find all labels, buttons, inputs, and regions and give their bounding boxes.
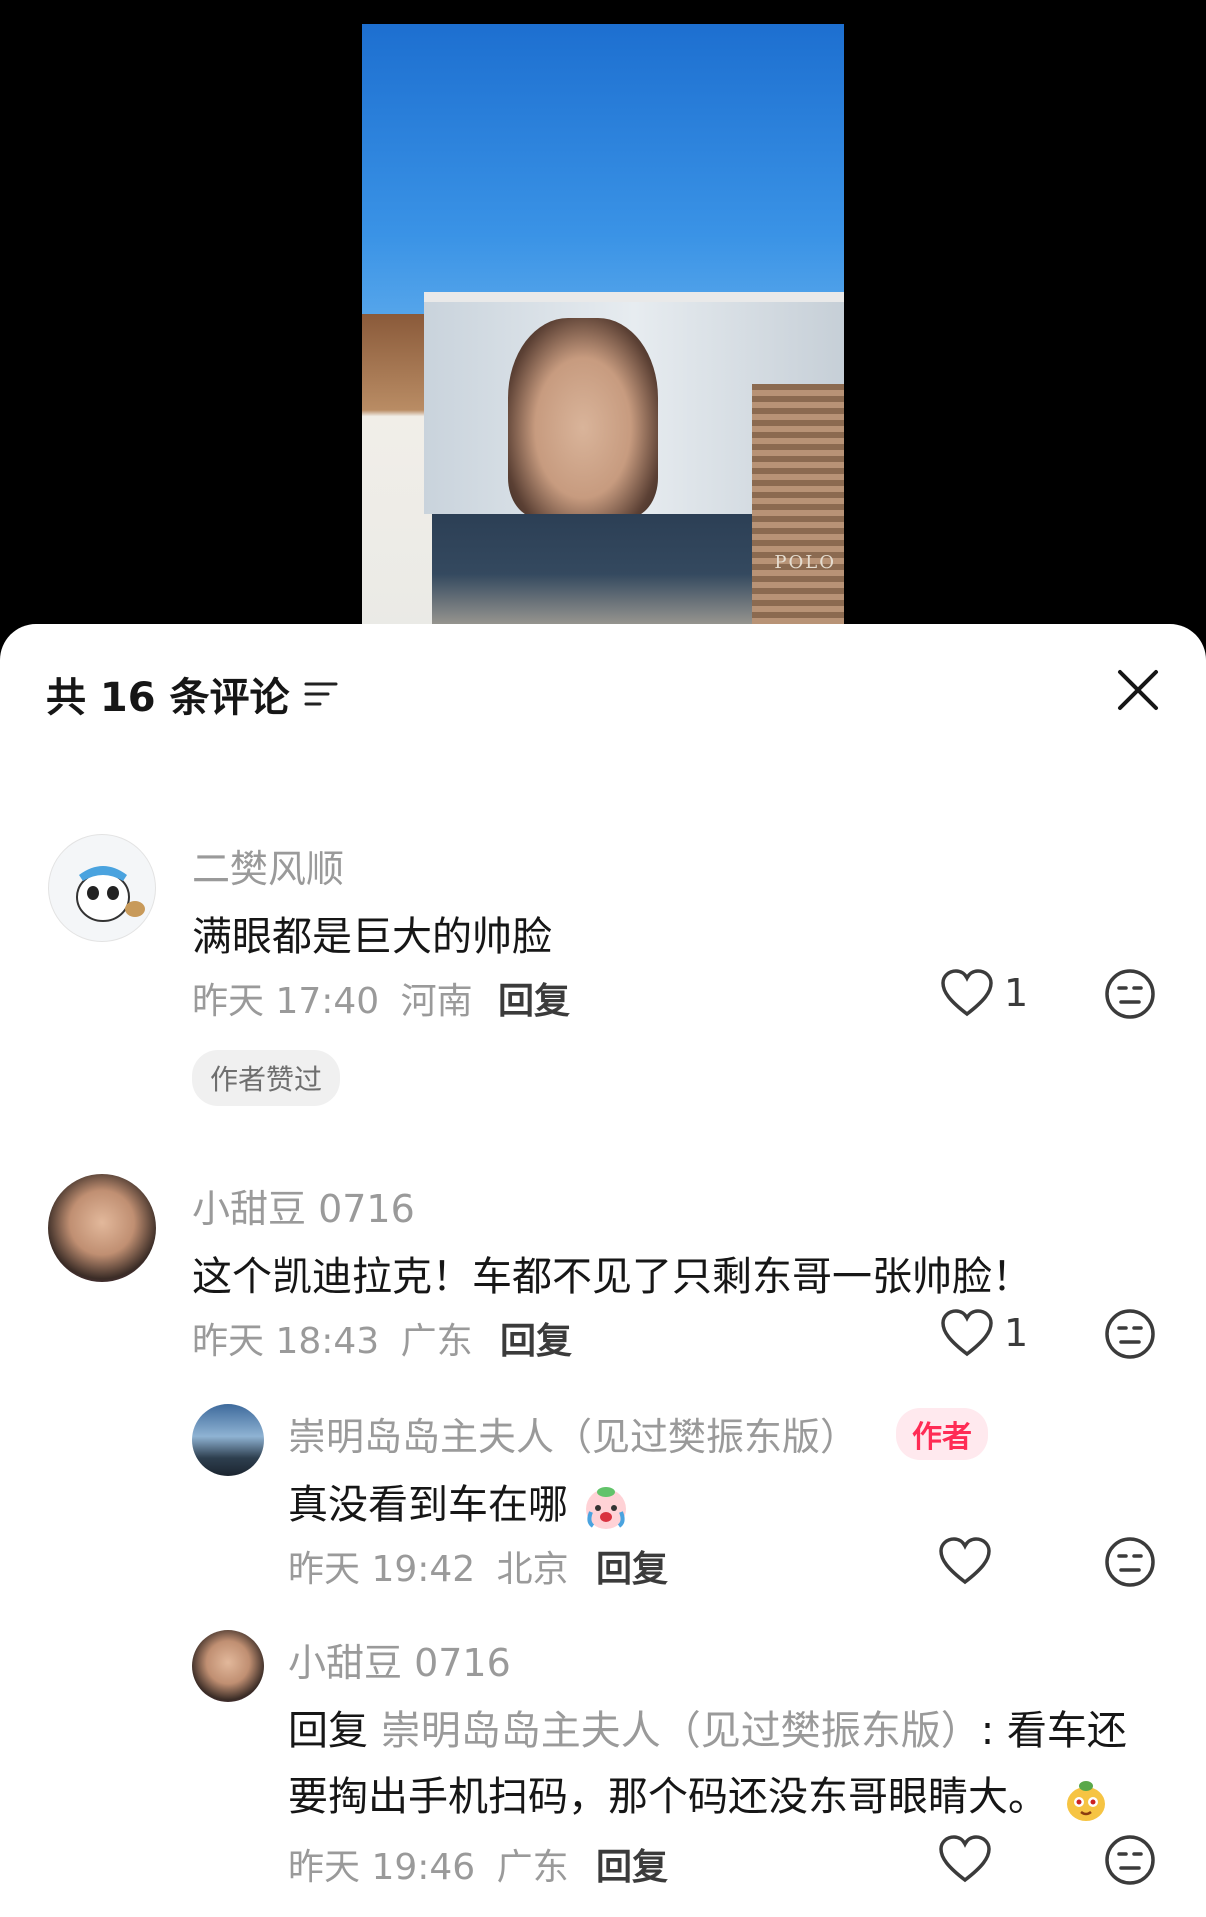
building-right (752, 384, 844, 628)
comment-text: 这个凯迪拉克！车都不见了只剩东哥一张帅脸！ (192, 1254, 1032, 1300)
comment-sheet: 共 16 条评论 二樊风顺 满眼都是巨大的帅脸 昨天 17:40 河南 回复 1… (0, 624, 1206, 1917)
reply-button[interactable]: 回复 (596, 1540, 668, 1592)
building-left (362, 314, 432, 628)
reply-button[interactable]: 回复 (596, 1838, 668, 1890)
comment-text: 满眼都是巨大的帅脸 (192, 914, 552, 960)
reply-prefix: 回复 (288, 1708, 368, 1754)
reply-button[interactable]: 回复 (500, 1312, 572, 1364)
comment-username[interactable]: 二樊风顺 (192, 838, 344, 893)
author-liked-badge: 作者赞过 (192, 1050, 341, 1106)
reply-time: 昨天 19:42 (288, 1549, 476, 1590)
panda-avatar-icon (76, 866, 145, 922)
fruit-face-emoji-icon (1066, 1781, 1105, 1821)
reply-text-line-1: 回复 崇明岛岛主夫人（见过樊振东版）: 看车还 (288, 1698, 1127, 1756)
heart-icon (939, 1835, 991, 1883)
avatar[interactable] (48, 1174, 156, 1282)
like-button[interactable] (938, 1536, 992, 1586)
heart-icon (941, 969, 993, 1017)
reply-text: 真没看到车在哪 (288, 1472, 631, 1532)
heart-icon (941, 1309, 993, 1357)
reply-text-body: 真没看到车在哪 (288, 1482, 568, 1528)
reply-button[interactable]: 回复 (498, 972, 570, 1024)
comment-header: 共 16 条评论 (46, 664, 338, 724)
reply-text-part: 要掏出手机扫码，那个码还没东哥眼睛大。 (288, 1774, 1048, 1820)
like-count: 1 (1004, 971, 1029, 1015)
like-button[interactable]: 1 (940, 1308, 1028, 1358)
reply-meta: 昨天 19:42 北京 (288, 1540, 569, 1592)
comment-count-title: 共 16 条评论 (46, 675, 290, 721)
like-button[interactable] (938, 1834, 992, 1884)
dislike-icon[interactable] (1104, 1834, 1156, 1886)
reply-time: 昨天 19:46 (288, 1847, 476, 1888)
reply-text-line-2: 要掏出手机扫码，那个码还没东哥眼睛大。 (288, 1764, 1111, 1824)
sort-filter-icon[interactable] (304, 679, 338, 709)
reply-location: 广东 (496, 1847, 569, 1888)
dislike-icon[interactable] (1104, 1308, 1156, 1360)
comment-time: 昨天 17:40 (192, 981, 380, 1022)
like-button[interactable]: 1 (940, 968, 1028, 1018)
like-count: 1 (1004, 1311, 1029, 1355)
crying-face-emoji-icon (585, 1487, 626, 1529)
reply-target-user[interactable]: 崇明岛岛主夫人（见过樊振东版） (381, 1708, 981, 1754)
dislike-icon[interactable] (1104, 1536, 1156, 1588)
video-thumbnail[interactable]: POLO (362, 24, 844, 628)
street-scene (432, 514, 752, 628)
close-icon[interactable] (1116, 668, 1160, 712)
comment-location: 河南 (400, 981, 473, 1022)
comment-location: 广东 (400, 1321, 473, 1362)
author-badge: 作者 (896, 1408, 988, 1460)
comment-meta: 昨天 18:43 广东 (192, 1312, 473, 1364)
reply-meta: 昨天 19:46 广东 (288, 1838, 569, 1890)
comment-time: 昨天 18:43 (192, 1321, 380, 1362)
dislike-icon[interactable] (1104, 968, 1156, 1020)
avatar[interactable] (192, 1630, 264, 1702)
billboard-face (508, 318, 658, 518)
video-player[interactable]: POLO (0, 0, 1206, 660)
reply-location: 北京 (496, 1549, 569, 1590)
heart-icon (939, 1537, 991, 1585)
reply-text-part: : 看车还 (980, 1708, 1127, 1754)
reply-username[interactable]: 小甜豆 0716 (288, 1632, 511, 1687)
avatar[interactable] (192, 1404, 264, 1476)
comment-meta: 昨天 17:40 河南 (192, 972, 473, 1024)
reply-username[interactable]: 崇明岛岛主夫人（见过樊振东版） (288, 1406, 858, 1461)
comment-username[interactable]: 小甜豆 0716 (192, 1178, 415, 1233)
avatar[interactable] (48, 834, 156, 942)
polo-sign: POLO (774, 552, 836, 573)
